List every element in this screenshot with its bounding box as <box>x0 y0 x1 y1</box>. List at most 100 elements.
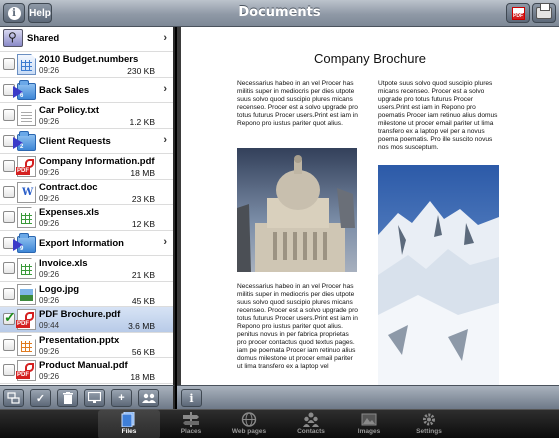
tab-label: Contacts <box>297 428 325 435</box>
files-icon <box>121 411 137 428</box>
column-1-top-text: Necessarius habeo in an vel Procer has m… <box>237 80 358 127</box>
folder-name: Client Requests <box>39 135 111 147</box>
globe-icon <box>241 412 257 427</box>
row-checkbox[interactable] <box>3 109 15 121</box>
tab-web-pages[interactable]: Web pages <box>218 410 280 438</box>
column-1-bottom-text: Necessarius habeo in an vel Procer has m… <box>237 283 358 370</box>
row-checkbox[interactable] <box>3 287 15 300</box>
excel-file-icon <box>17 258 36 279</box>
file-row[interactable]: 2010 Budget.numbers 09:26 230 KB <box>0 52 173 78</box>
trash-icon <box>62 392 73 404</box>
image-file-icon <box>17 283 36 305</box>
sync-icon <box>7 392 20 404</box>
row-checkbox[interactable] <box>3 262 15 274</box>
file-size: 1.2 KB <box>129 117 155 127</box>
tab-bar: Files Places Web pages Contacts Images S… <box>0 409 559 438</box>
file-time: 09:26 <box>39 219 60 228</box>
file-row[interactable]: PDFPDF Brochure.pdf09:44 3.6 MB <box>0 307 173 333</box>
file-name: Product Manual.pdf <box>39 360 128 371</box>
file-row[interactable]: Car Policy.txt 09:26 1.2 KB <box>0 103 173 129</box>
file-size: 21 KB <box>131 270 155 280</box>
file-size: 230 KB <box>127 66 155 76</box>
tab-label: Places <box>180 428 202 435</box>
folder-row[interactable]: 6 Back Sales › <box>0 77 173 103</box>
file-size: 18 MB <box>130 168 155 178</box>
check-icon: ✓ <box>35 392 46 405</box>
monitor-icon <box>88 392 101 403</box>
tab-places[interactable]: Places <box>160 410 222 438</box>
tab-label: Images <box>357 428 381 435</box>
row-checkbox[interactable] <box>3 58 15 70</box>
numbers-file-icon <box>17 54 36 75</box>
file-row[interactable]: PDF Product Manual.pdf 09:26 18 MB <box>0 358 173 384</box>
row-checkbox[interactable] <box>3 185 15 198</box>
folder-count: 9 <box>20 245 24 252</box>
tab-contacts[interactable]: Contacts <box>280 410 342 438</box>
sync-button[interactable] <box>3 389 24 407</box>
page-title: Documents <box>238 5 321 20</box>
file-row[interactable]: W Contract.doc 09:26 23 KB <box>0 179 173 205</box>
file-time: 09:44 <box>39 321 60 330</box>
file-size: 12 KB <box>131 219 155 229</box>
pdf-export-button[interactable] <box>506 3 530 23</box>
print-button[interactable] <box>532 3 556 23</box>
file-row[interactable]: Expenses.xls 09:26 12 KB <box>0 205 173 231</box>
folder-name: Back Sales <box>39 84 90 96</box>
tab-label: Web pages <box>231 428 267 435</box>
shared-folder-row[interactable]: Shared › <box>0 27 173 52</box>
folder-icon: 2 <box>13 130 36 151</box>
file-time: 09:26 <box>39 117 60 126</box>
tab-settings[interactable]: Settings <box>398 410 460 438</box>
delete-button[interactable] <box>57 389 78 407</box>
text-file-icon <box>17 105 36 126</box>
preview-toolbar: i <box>177 385 559 409</box>
pdf-file-icon: PDF <box>16 156 36 177</box>
file-row[interactable]: Logo.jpg 09:26 45 KB <box>0 281 173 307</box>
document-title: Company Brochure <box>314 51 426 66</box>
mountain-photo <box>378 165 499 385</box>
file-time: 09:26 <box>39 346 60 356</box>
folder-row[interactable]: 2 Client Requests › <box>0 128 173 154</box>
row-checkbox[interactable] <box>3 338 15 351</box>
file-time: 09:26 <box>39 193 60 203</box>
folder-count: 2 <box>20 143 24 150</box>
folder-icon: 6 <box>13 79 36 100</box>
pdf-file-icon: PDF <box>16 360 36 381</box>
file-row[interactable]: PDF Company Information.pdf 09:26 18 MB <box>0 154 173 180</box>
document-preview[interactable]: Company Brochure Necessarius habeo in an… <box>181 27 559 385</box>
row-checkbox[interactable] <box>3 364 15 376</box>
file-time: 09:26 <box>39 168 60 177</box>
file-name: Invoice.xls <box>39 258 88 269</box>
church-photo <box>237 148 357 272</box>
row-checkbox[interactable] <box>3 309 16 326</box>
navigation-bar: i Help Documents <box>0 0 559 27</box>
select-button[interactable]: ✓ <box>30 389 51 407</box>
present-button[interactable] <box>84 389 105 407</box>
row-checkbox[interactable] <box>3 160 15 172</box>
file-row[interactable]: Invoice.xls 09:26 21 KB <box>0 256 173 282</box>
chevron-right-icon: › <box>163 32 167 44</box>
shared-folder-icon <box>3 29 23 47</box>
share-button[interactable] <box>138 389 159 407</box>
tab-images[interactable]: Images <box>338 410 400 438</box>
file-list: Shared › 2010 Budget.numbers09:26230 KB6… <box>0 27 175 385</box>
file-size: 18 MB <box>130 372 155 382</box>
folder-count: 6 <box>20 92 24 99</box>
file-name: 2010 Budget.numbers <box>39 54 139 65</box>
pdf-export-icon <box>511 6 525 20</box>
file-row[interactable]: Presentation.pptx 09:26 56 KB <box>0 332 173 358</box>
folder-row[interactable]: 9 Export Information › <box>0 230 173 256</box>
tab-files[interactable]: Files <box>98 410 160 438</box>
file-name: Presentation.pptx <box>39 334 120 346</box>
column-2-top-text: Utpote suus solvo quod suscipio plures m… <box>378 80 498 151</box>
add-button[interactable]: + <box>111 389 132 407</box>
document-info-button[interactable]: i <box>181 389 202 407</box>
file-name: PDF Brochure.pdf <box>39 309 121 320</box>
people-icon <box>141 393 156 403</box>
pdf-file-icon: PDF <box>16 309 36 330</box>
file-name: Company Information.pdf <box>39 156 155 167</box>
contacts-icon <box>303 412 319 427</box>
row-checkbox[interactable] <box>3 211 15 223</box>
word-file-icon: W <box>17 181 36 203</box>
chevron-right-icon: › <box>163 235 167 248</box>
